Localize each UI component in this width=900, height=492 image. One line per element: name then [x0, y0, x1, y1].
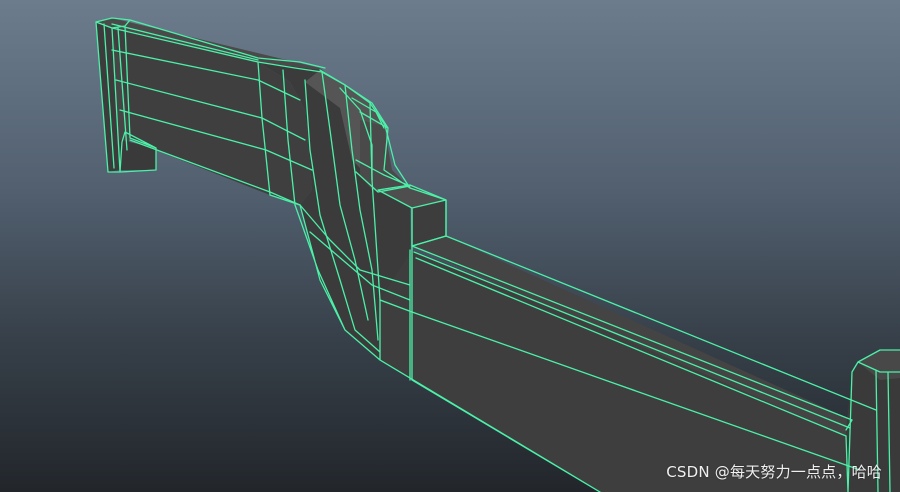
body-upper-front: [110, 28, 312, 205]
body-lower-front: [380, 250, 860, 492]
mesh-faces: [96, 18, 900, 492]
watermark-text: CSDN @每天努力一点点，哈哈: [666, 463, 882, 481]
mesh-wireframe[interactable]: [0, 0, 900, 492]
3d-viewport[interactable]: CSDN @每天努力一点点，哈哈: [0, 0, 900, 492]
